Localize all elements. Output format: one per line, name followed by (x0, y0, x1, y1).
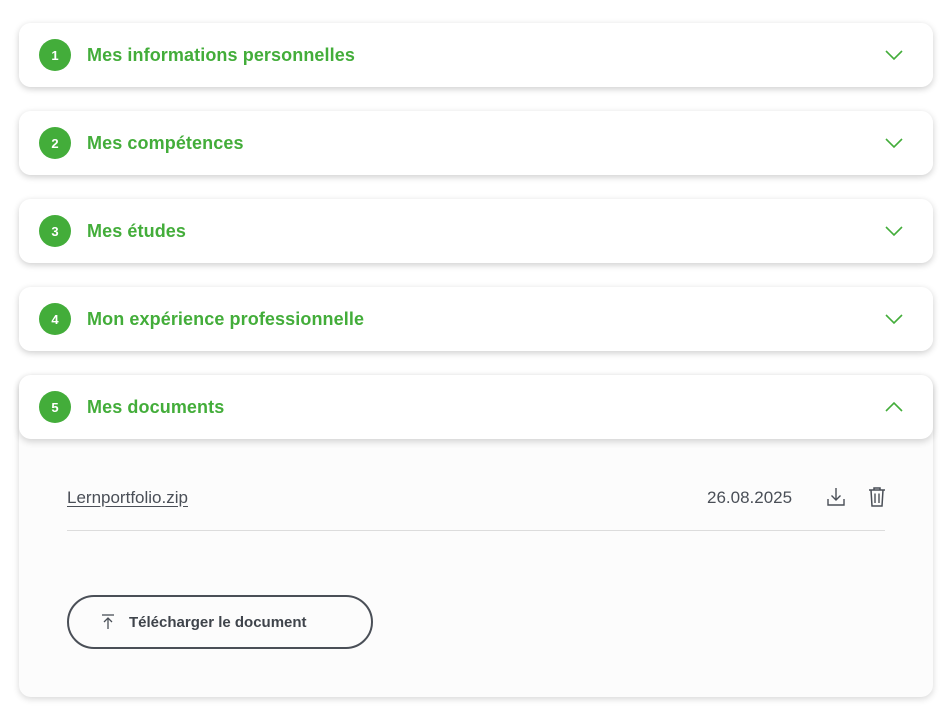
download-icon[interactable] (825, 485, 847, 509)
document-link[interactable]: Lernportfolio.zip (67, 488, 188, 508)
chevron-up-icon[interactable] (883, 397, 905, 417)
chevron-down-icon[interactable] (883, 133, 905, 153)
document-date: 26.08.2025 (707, 488, 793, 507)
chevron-down-icon[interactable] (883, 221, 905, 241)
document-row: Lernportfolio.zip 26.08.2025 (67, 482, 885, 531)
upload-button-label: Télécharger le document (129, 613, 307, 631)
step-number: 4 (39, 303, 71, 335)
section-title: Mes études (87, 220, 187, 241)
section-header-experience[interactable]: 4 Mon expérience professionnelle (19, 287, 933, 351)
section-experience: 4 Mon expérience professionnelle (19, 287, 933, 351)
application-form: 1 Mes informations personnelles 2 Mes co… (0, 0, 951, 725)
section-title: Mes documents (87, 396, 225, 417)
section-header-education[interactable]: 3 Mes études (19, 199, 933, 263)
section-header-personal-info[interactable]: 1 Mes informations personnelles (19, 23, 933, 87)
step-number: 5 (39, 391, 71, 423)
section-skills: 2 Mes compétences (19, 111, 933, 175)
section-header-documents[interactable]: 5 Mes documents (19, 375, 933, 439)
section-header-skills[interactable]: 2 Mes compétences (19, 111, 933, 175)
section-title: Mes compétences (87, 132, 244, 153)
step-number: 1 (39, 39, 71, 71)
step-number: 3 (39, 215, 71, 247)
section-title: Mon expérience professionnelle (87, 308, 365, 329)
upload-icon (100, 613, 116, 631)
section-education: 3 Mes études (19, 199, 933, 263)
upload-document-button[interactable]: Télécharger le document (67, 595, 373, 649)
chevron-down-icon[interactable] (883, 309, 905, 329)
chevron-down-icon[interactable] (883, 45, 905, 65)
section-title: Mes informations personnelles (87, 44, 355, 65)
section-documents: 5 Mes documents Lernportfolio.zip 26.08.… (19, 375, 933, 697)
trash-icon[interactable] (866, 485, 888, 509)
step-number: 2 (39, 127, 71, 159)
section-personal-info: 1 Mes informations personnelles (19, 23, 933, 87)
